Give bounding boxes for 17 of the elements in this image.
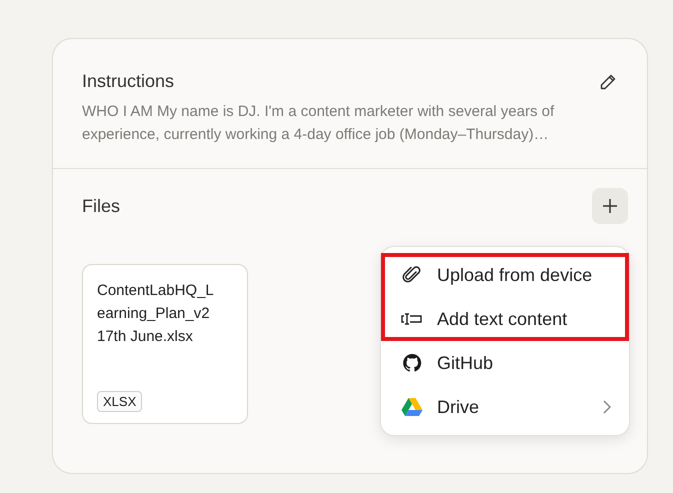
section-title: Instructions (82, 71, 174, 92)
menu-item[interactable]: GitHub (381, 341, 629, 385)
menu-item[interactable]: Add text content (381, 297, 629, 341)
menu-item[interactable]: Upload from device (381, 253, 629, 297)
chevron-right-icon (603, 400, 611, 414)
paperclip-icon (401, 265, 423, 285)
section-title: Files (82, 196, 120, 216)
edit-icon[interactable] (599, 72, 617, 90)
plus-icon (602, 198, 618, 214)
add-button[interactable] (592, 188, 628, 224)
file-card[interactable]: ContentLabHQ_Learning_Plan_v2 17th June.xlsx XLSX (82, 264, 248, 424)
file-name: ContentLabHQ_Learning_Plan_v2 17th June.xlsx (97, 281, 215, 347)
instructions-text: WHO I AM My name is DJ. I'm a content marketer with several years of experience, currently working a 4-day office job (Monday–Thursday)… (82, 102, 556, 145)
drive-icon (401, 397, 423, 417)
file-type-tag: XLSX (97, 391, 142, 412)
github-icon (401, 353, 423, 373)
menu-item[interactable]: Drive (381, 385, 629, 429)
